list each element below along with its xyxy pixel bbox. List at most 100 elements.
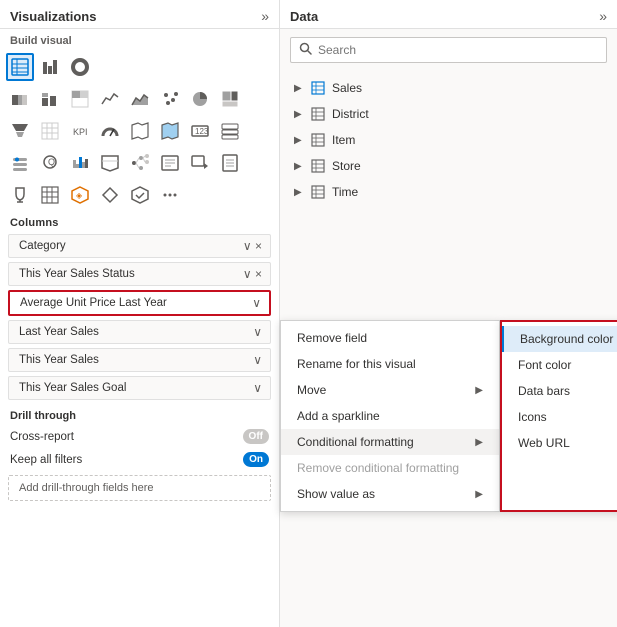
field-lys-actions: ∨ [253, 325, 262, 339]
area-chart-icon[interactable] [126, 85, 154, 113]
right-panel-header: Data » [280, 0, 617, 29]
tree-item-sales[interactable]: ▶ Sales [290, 75, 607, 101]
data-tree: ▶ Sales ▶ District [280, 71, 617, 209]
keep-filters-toggle[interactable]: On [243, 452, 269, 467]
search-box[interactable] [290, 37, 607, 63]
waterfall-icon[interactable] [66, 149, 94, 177]
conditional-formatting-submenu: Background color Font color Data bars Ic… [500, 320, 617, 512]
show-value-as-chevron-icon: ▶ [475, 489, 483, 500]
smart-narrative-icon[interactable] [186, 149, 214, 177]
ribbon-icon[interactable] [96, 149, 124, 177]
menu-rename-visual[interactable]: Rename for this visual [281, 351, 499, 377]
columns-section-label: Columns [0, 211, 279, 232]
menu-show-value-as[interactable]: Show value as ▶ [281, 481, 499, 507]
menu-add-sparkline[interactable]: Add a sparkline [281, 403, 499, 429]
field-aup-label: Average Unit Price Last Year [20, 297, 252, 309]
line-chart-icon[interactable] [96, 85, 124, 113]
paginated-icon[interactable] [216, 149, 244, 177]
time-label: Time [332, 185, 358, 199]
left-panel-collapse[interactable]: » [261, 8, 269, 24]
tree-item-item[interactable]: ▶ Item [290, 127, 607, 153]
district-label: District [332, 107, 369, 121]
field-tysg-actions: ∨ [253, 381, 262, 395]
table2-icon[interactable] [36, 181, 64, 209]
vis-icon-row-3: KPI 123 [0, 115, 279, 147]
vis-icon-row-main [0, 51, 279, 83]
field-aup-actions: ∨ [252, 296, 261, 310]
gauge-icon[interactable] [96, 117, 124, 145]
svg-text:Q: Q [48, 157, 55, 167]
bar-chart-icon[interactable] [36, 53, 64, 81]
field-avg-unit-price[interactable]: Average Unit Price Last Year ∨ [8, 290, 271, 316]
submenu-font-color[interactable]: Font color [502, 352, 617, 378]
field-tyss-actions: ∨ × [243, 267, 262, 281]
kpi-icon[interactable]: KPI [66, 117, 94, 145]
scatter-icon[interactable] [156, 85, 184, 113]
100pct-bar-icon[interactable] [66, 85, 94, 113]
add-drillthrough-fields[interactable]: Add drill-through fields here [8, 475, 271, 501]
time-chevron: ▶ [294, 187, 306, 198]
cross-report-toggle[interactable]: Off [243, 429, 269, 444]
move-chevron-icon: ▶ [475, 385, 483, 396]
submenu-web-url[interactable]: Web URL [502, 430, 617, 456]
filled-map-icon[interactable] [156, 117, 184, 145]
matrix-icon[interactable] [36, 117, 64, 145]
field-this-year-sales[interactable]: This Year Sales ∨ [8, 348, 271, 372]
left-panel-header: Visualizations » [0, 0, 279, 29]
item-table-icon [310, 132, 326, 148]
field-lys-label: Last Year Sales [19, 326, 253, 338]
custom-icon3[interactable] [126, 181, 154, 209]
custom-icon1[interactable]: ◈ [66, 181, 94, 209]
trophy-icon[interactable] [6, 181, 34, 209]
item-label: Item [332, 133, 355, 147]
stacked-bar-icon[interactable] [6, 85, 34, 113]
visualizations-panel: Visualizations » Build visual [0, 0, 280, 627]
tree-item-time[interactable]: ▶ Time [290, 179, 607, 205]
sales-table-icon [310, 80, 326, 96]
decomp-tree-icon[interactable] [126, 149, 154, 177]
map-icon[interactable] [126, 117, 154, 145]
menu-conditional-formatting[interactable]: Conditional formatting ▶ [281, 429, 499, 455]
search-input[interactable] [318, 43, 598, 57]
slicer-icon[interactable] [6, 149, 34, 177]
donut-chart-icon[interactable] [66, 53, 94, 81]
build-visual-label: Build visual [0, 29, 279, 51]
store-chevron: ▶ [294, 161, 306, 172]
custom-icon2[interactable] [96, 181, 124, 209]
svg-text:123: 123 [195, 127, 209, 136]
keep-filters-row: Keep all filters On [0, 448, 279, 471]
drill-through-label: Drill through [0, 402, 279, 425]
tree-item-store[interactable]: ▶ Store [290, 153, 607, 179]
narrative-icon[interactable] [156, 149, 184, 177]
tree-item-district[interactable]: ▶ District [290, 101, 607, 127]
field-tysg-label: This Year Sales Goal [19, 382, 253, 394]
data-panel-title: Data [290, 9, 318, 24]
field-tys-label: This Year Sales [19, 354, 253, 366]
keep-filters-label: Keep all filters [10, 454, 82, 466]
district-table-icon [310, 106, 326, 122]
qna-icon[interactable]: Q [36, 149, 64, 177]
pie-chart-icon[interactable] [186, 85, 214, 113]
field-this-year-sales-status[interactable]: This Year Sales Status ∨ × [8, 262, 271, 286]
time-table-icon [310, 184, 326, 200]
multirow-card-icon[interactable] [216, 117, 244, 145]
field-category-actions: ∨ × [243, 239, 262, 253]
field-this-year-sales-goal[interactable]: This Year Sales Goal ∨ [8, 376, 271, 400]
district-chevron: ▶ [294, 109, 306, 120]
submenu-data-bars[interactable]: Data bars [502, 378, 617, 404]
submenu-icons[interactable]: Icons [502, 404, 617, 430]
funnel-icon[interactable] [6, 117, 34, 145]
more-options-icon[interactable] [156, 181, 184, 209]
field-last-year-sales[interactable]: Last Year Sales ∨ [8, 320, 271, 344]
menu-remove-field[interactable]: Remove field [281, 325, 499, 351]
card-icon[interactable]: 123 [186, 117, 214, 145]
table-vis-icon[interactable] [6, 53, 34, 81]
submenu-background-color[interactable]: Background color [502, 326, 617, 352]
treemap-icon[interactable] [216, 85, 244, 113]
store-label: Store [332, 159, 361, 173]
clustered-bar-icon[interactable] [36, 85, 64, 113]
data-panel: Data » ▶ Sales ▶ [280, 0, 617, 627]
menu-move[interactable]: Move ▶ [281, 377, 499, 403]
field-category[interactable]: Category ∨ × [8, 234, 271, 258]
right-panel-collapse[interactable]: » [599, 8, 607, 24]
